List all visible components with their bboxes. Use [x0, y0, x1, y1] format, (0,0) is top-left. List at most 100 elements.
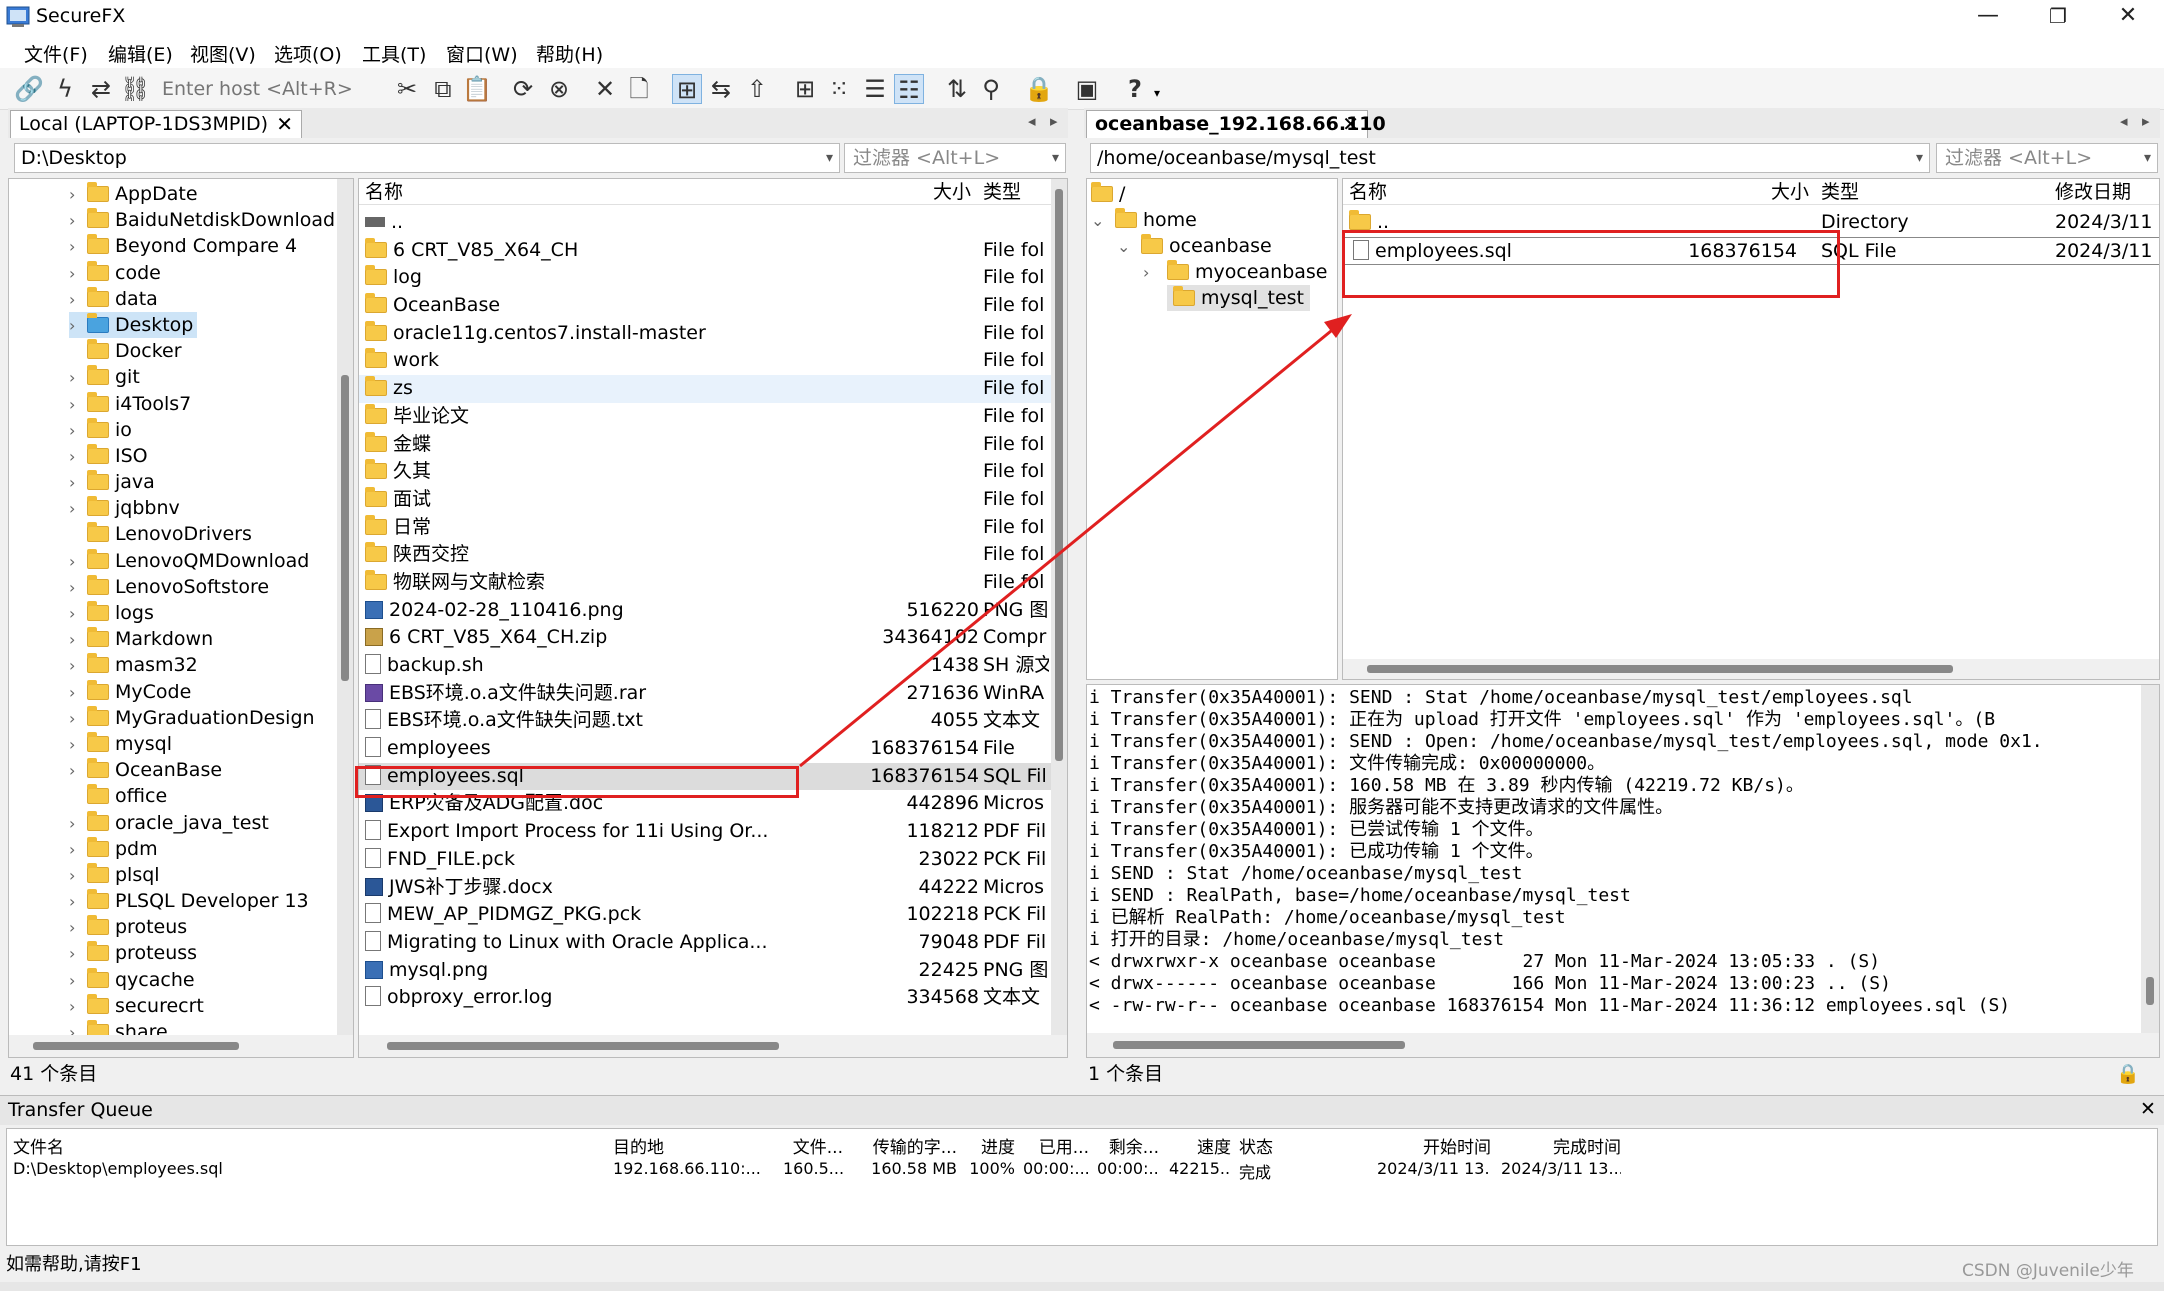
local-file-row[interactable]: employees 168376154 File	[359, 735, 1051, 763]
minimize-button[interactable]: —	[1953, 0, 2023, 34]
local-tree-item[interactable]: › jqbbnv	[69, 495, 339, 521]
menu-tools[interactable]: 工具(T)	[362, 40, 426, 67]
queue-col-header[interactable]: 完成时间	[1501, 1133, 1621, 1158]
chevron-right-icon[interactable]: ›	[69, 418, 83, 444]
local-file-row[interactable]: EBS环境.o.a文件缺失问题.txt 4055 文本文	[359, 707, 1051, 735]
local-tree-item[interactable]: › data	[69, 286, 339, 312]
chevron-right-icon[interactable]: ›	[69, 549, 83, 575]
tree-view-icon[interactable]: ⊞	[672, 74, 702, 104]
copy-icon[interactable]: ⧉	[428, 74, 458, 104]
local-tree-item[interactable]: office	[69, 783, 339, 809]
menu-window[interactable]: 窗口(W)	[446, 40, 518, 67]
local-tree-item[interactable]: › Markdown	[69, 626, 339, 652]
log-hscrollbar-thumb[interactable]	[1113, 1041, 1405, 1049]
local-file-row[interactable]: 2024-02-28_110416.png 516220 PNG 图	[359, 597, 1051, 625]
filter-icon[interactable]: ⚲	[976, 74, 1006, 104]
queue-col-header[interactable]: 开始时间	[1377, 1133, 1491, 1158]
cut-icon[interactable]: ✂	[392, 74, 422, 104]
chevron-right-icon[interactable]: ›	[69, 208, 83, 234]
chevron-right-icon[interactable]: ›	[69, 994, 83, 1020]
session-log[interactable]: i Transfer(0x35A40001): SEND : Stat /hom…	[1086, 684, 2160, 1058]
local-file-row[interactable]: ..	[359, 209, 1051, 237]
local-file-row[interactable]: 6 CRT_V85_X64_CH File fol	[359, 237, 1051, 265]
local-tree-item[interactable]: › MyCode	[69, 679, 339, 705]
local-file-row[interactable]: 陕西交控 File fol	[359, 541, 1051, 569]
chevron-right-icon[interactable]: ›	[69, 575, 83, 601]
help-icon[interactable]: ?	[1120, 74, 1150, 104]
stop-icon[interactable]: ⊗	[544, 74, 574, 104]
help-dropdown-icon[interactable]: ▾	[1154, 86, 1160, 100]
remote-tab-scroll-right-icon[interactable]: ▸	[2142, 112, 2150, 130]
local-path-dropdown-icon[interactable]: ▾	[826, 144, 833, 172]
disconnect-icon[interactable]: ⛓	[120, 74, 150, 104]
local-tree-item[interactable]: LenovoDrivers	[69, 521, 339, 547]
log-hscrollbar[interactable]	[1087, 1033, 2159, 1057]
local-tree-item[interactable]: › LenovoSoftstore	[69, 574, 339, 600]
refresh-icon[interactable]: ⟳	[508, 74, 538, 104]
local-tree-item[interactable]: › MyGraduationDesign	[69, 705, 339, 731]
local-file-row[interactable]: 面试 File fol	[359, 486, 1051, 514]
reconnect-icon[interactable]: ⇄	[86, 74, 116, 104]
chevron-right-icon[interactable]: ›	[69, 758, 83, 784]
local-file-row[interactable]: 6 CRT_V85_X64_CH.zip 34364102 Compr	[359, 624, 1051, 652]
menu-options[interactable]: 选项(O)	[274, 40, 342, 67]
menu-edit[interactable]: 编辑(E)	[108, 40, 173, 67]
chevron-right-icon[interactable]: ›	[69, 601, 83, 627]
local-tree-item[interactable]: › code	[69, 260, 339, 286]
local-tree-item[interactable]: › Desktop	[69, 311, 198, 338]
chevron-right-icon[interactable]: ›	[69, 470, 83, 496]
up-folder-icon[interactable]: ⇧	[742, 74, 772, 104]
paste-icon[interactable]: 📋	[462, 74, 492, 104]
chevron-right-icon[interactable]: ›	[69, 837, 83, 863]
tab-remote[interactable]: oceanbase_192.168.66.110 ✕	[1086, 110, 1386, 138]
local-files-scrollbar-thumb[interactable]	[1055, 189, 1063, 761]
remote-tree-home[interactable]: ⌄ home	[1091, 207, 1197, 233]
local-tree-item[interactable]: › io	[69, 417, 339, 443]
properties-icon[interactable]: 🗋	[624, 74, 654, 104]
local-files-hscrollbar-thumb[interactable]	[387, 1042, 779, 1050]
local-file-row[interactable]: work File fol	[359, 347, 1051, 375]
remote-filter-dropdown-icon[interactable]: ▾	[2144, 144, 2151, 172]
local-file-row[interactable]: Export Import Process for 11i Using Or..…	[359, 818, 1051, 846]
chevron-right-icon[interactable]: ›	[69, 811, 83, 837]
local-tree-item[interactable]: Docker	[69, 338, 339, 364]
queue-col-header[interactable]: 目的地	[613, 1133, 773, 1158]
sync-icon[interactable]: ⇆	[706, 74, 736, 104]
local-file-list[interactable]: 名称 大小 类型 .. 6 CRT_V85_X64_CH File fol log Fi…	[358, 178, 1068, 1058]
tab-scroll-right-icon[interactable]: ▸	[1050, 112, 1058, 130]
local-tree-hscrollbar[interactable]	[9, 1035, 353, 1057]
menu-help[interactable]: 帮助(H)	[536, 40, 603, 67]
chevron-right-icon[interactable]: ›	[69, 915, 83, 941]
local-tree-item[interactable]: › masm32	[69, 652, 339, 678]
local-tree-item[interactable]: › PLSQL Developer 13	[69, 888, 339, 914]
quick-connect-input[interactable]	[162, 74, 372, 104]
chevron-right-icon[interactable]: ›	[69, 496, 83, 522]
queue-col-header[interactable]: 已用...	[1023, 1133, 1089, 1158]
tab-remote-close-icon[interactable]: ✕	[1342, 111, 1359, 137]
log-scrollbar-thumb[interactable]	[2146, 977, 2154, 1005]
local-file-row[interactable]: FND_FILE.pck 23022 PCK Fil	[359, 846, 1051, 874]
chevron-right-icon[interactable]: ›	[69, 968, 83, 994]
transfer-queue-close-icon[interactable]: ✕	[2140, 1098, 2156, 1120]
local-file-row[interactable]: 毕业论文 File fol	[359, 403, 1051, 431]
tab-local-close-icon[interactable]: ✕	[276, 111, 293, 137]
queue-col-header[interactable]: 剩余...	[1097, 1133, 1159, 1158]
local-tree-item[interactable]: › i4Tools7	[69, 391, 339, 417]
sort-icon[interactable]: ⇅	[942, 74, 972, 104]
queue-row[interactable]: D:\Desktop\employees.sql 192.168.66.110:.…	[7, 1159, 2157, 1183]
menu-file[interactable]: 文件(F)	[24, 40, 88, 67]
local-tree-hscrollbar-thumb[interactable]	[33, 1042, 239, 1050]
local-tree-item[interactable]: › qycache	[69, 967, 339, 993]
local-file-row[interactable]: 物联网与文献检索 File fol	[359, 569, 1051, 597]
remote-files-hscrollbar-thumb[interactable]	[1367, 665, 1953, 673]
chevron-down-icon[interactable]: ⌄	[1117, 234, 1131, 260]
local-tree-item[interactable]: › git	[69, 364, 339, 390]
queue-col-header[interactable]: 传输的字...	[847, 1133, 957, 1158]
local-folder-tree[interactable]: › AppDate › BaiduNetdiskDownload › Beyond Com…	[8, 178, 354, 1058]
local-tree-item[interactable]: › Beyond Compare 4	[69, 233, 339, 259]
chevron-right-icon[interactable]: ›	[69, 889, 83, 915]
chevron-right-icon[interactable]: ›	[69, 365, 83, 391]
chevron-right-icon[interactable]: ›	[69, 182, 83, 208]
transfer-queue-table[interactable]: 文件名 目的地 文件... 传输的字... 进度 已用... 剩余... 速度 状态 开始时间 完成…	[6, 1128, 2158, 1246]
chevron-right-icon[interactable]: ›	[69, 680, 83, 706]
